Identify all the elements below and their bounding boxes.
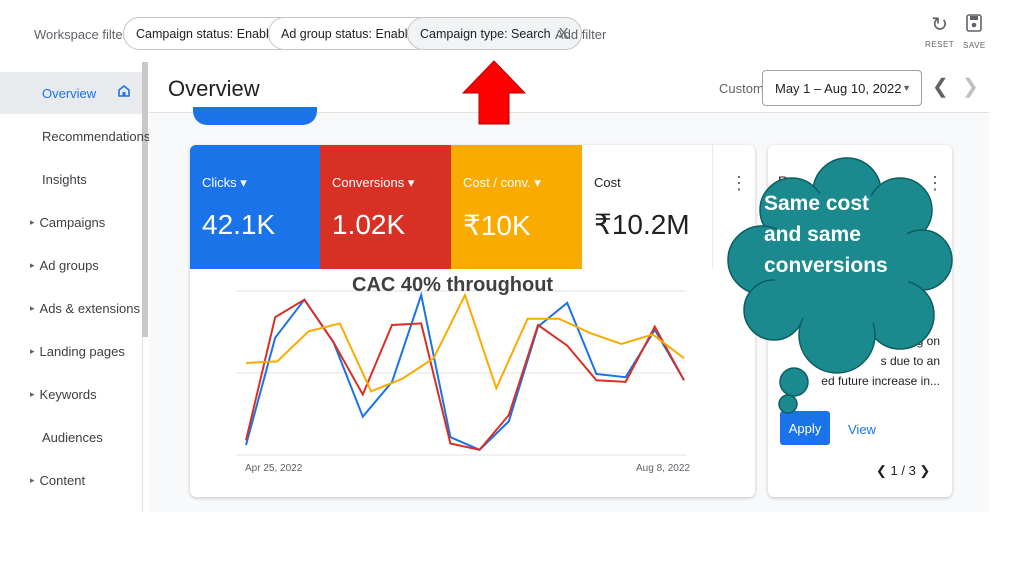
sidebar-item-label: Content <box>39 472 86 488</box>
reset-label: RESET <box>925 40 955 49</box>
sidebar-item-label: Campaigns <box>39 214 106 230</box>
sidebar-item-content[interactable]: Content <box>0 459 142 501</box>
sidebar-item-insights[interactable]: Insights <box>0 158 142 200</box>
reset-button[interactable]: ↻ RESET <box>925 14 954 49</box>
metric-tile-conversions[interactable]: Conversions ▾ 1.02K <box>320 145 451 269</box>
sidebar-item-ads-extensions[interactable]: Ads & extensions <box>0 287 142 329</box>
sidebar-item-label: Ad groups <box>39 257 99 273</box>
metric-label: Cost / conv. ▾ <box>463 175 541 190</box>
sidebar-item-keywords[interactable]: Keywords <box>0 373 142 415</box>
series-line-0 <box>245 291 685 451</box>
metric-label: Clicks ▾ <box>202 175 247 190</box>
series-line-1 <box>245 298 685 451</box>
sidebar-item-label: Keywords <box>39 386 97 402</box>
metric-value: 1.02K <box>332 209 406 240</box>
recommendation-pager[interactable]: ❮ 1 / 3 ❯ <box>876 463 930 479</box>
metric-value: ₹10.2M <box>594 209 690 240</box>
annotation-arrow <box>462 60 526 125</box>
chart-annotation: CAC 40% throughout <box>352 274 554 296</box>
date-range-select[interactable]: May 1 – Aug 10, 2022 ▼ <box>762 70 922 106</box>
sidebar-item-label: Ads & extensions <box>39 300 140 316</box>
metric-label: Conversions ▾ <box>332 175 415 190</box>
metric-value: 42.1K <box>202 209 276 240</box>
metric-tile-clicks[interactable]: Clicks ▾ 42.1K <box>190 145 320 269</box>
sidebar-item-label: Overview <box>42 85 97 101</box>
sidebar-item-recommendations[interactable]: Recommendations <box>0 115 150 157</box>
save-button[interactable]: SAVE <box>963 14 986 50</box>
sidebar-item-audiences[interactable]: Audiences <box>0 416 142 458</box>
page-title: Overview <box>168 76 260 101</box>
save-label: SAVE <box>963 41 986 50</box>
sidebar-item-campaigns[interactable]: Campaigns <box>0 201 142 243</box>
x-axis-end-label: Aug 8, 2022 <box>636 463 690 474</box>
tab-pill[interactable] <box>193 107 317 125</box>
callout-text: Same cost and same conversions <box>764 192 888 277</box>
sidebar-item-overview[interactable]: Overview <box>0 72 142 114</box>
x-axis-start-label: Apr 25, 2022 <box>245 463 303 474</box>
metric-value: ₹10K <box>463 210 531 241</box>
line-chart <box>236 290 686 456</box>
sidebar-item-label: Recommendations <box>42 128 151 144</box>
chevron-right-icon[interactable]: ❯ <box>962 74 979 99</box>
caret-down-icon: ▼ <box>902 83 911 93</box>
metric-label: Cost <box>594 175 621 190</box>
chip-label: Campaign status: Enabled <box>136 26 283 41</box>
add-filter-button[interactable]: Add filter <box>555 27 606 42</box>
date-range-value: May 1 – Aug 10, 2022 <box>775 80 902 96</box>
custom-range-label: Custom <box>719 81 764 96</box>
sidebar-item-label: Audiences <box>42 429 103 445</box>
home-icon <box>117 84 133 100</box>
bottom-margin <box>0 512 1024 576</box>
metric-tile-cost[interactable]: Cost ₹10.2M <box>582 145 713 269</box>
sidebar-item-label: Insights <box>42 171 87 187</box>
sidebar-scrollbar[interactable] <box>142 62 148 337</box>
save-icon <box>963 14 986 37</box>
reset-icon: ↻ <box>931 14 948 36</box>
chip-label: Campaign type: Search <box>420 26 551 41</box>
chevron-left-icon[interactable]: ❮ <box>932 74 949 99</box>
up-arrow-icon <box>462 60 526 125</box>
view-link[interactable]: View <box>848 422 876 437</box>
sidebar-item-label: Landing pages <box>39 343 125 359</box>
performance-card: Clicks ▾ 42.1K Conversions ▾ 1.02K Cost … <box>190 145 755 497</box>
chip-label: Ad group status: Enabled <box>281 26 422 41</box>
workspace-filter-label[interactable]: Workspace filter <box>34 27 127 42</box>
sidebar-item-ad-groups[interactable]: Ad groups <box>0 244 142 286</box>
sidebar-item-landing-pages[interactable]: Landing pages <box>0 330 142 372</box>
metric-tile-cost-per-conv[interactable]: Cost / conv. ▾ ₹10K <box>451 145 582 269</box>
